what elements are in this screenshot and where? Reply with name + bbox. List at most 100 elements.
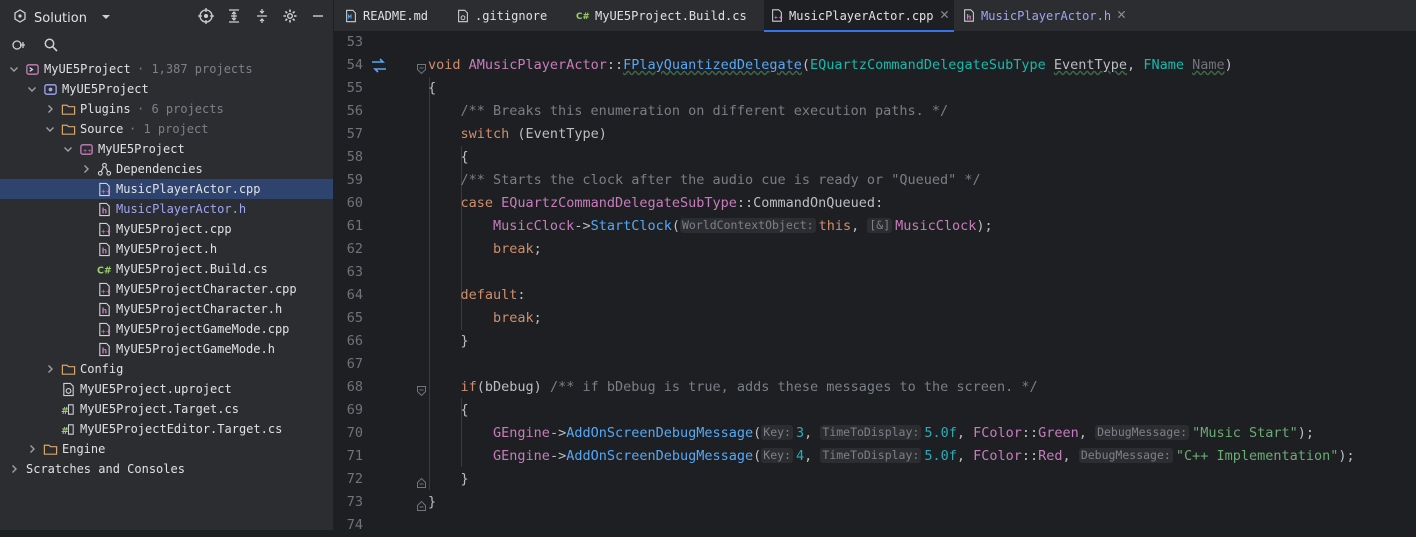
code-token: } [460,333,469,349]
svg-text:#: # [61,426,69,437]
tree-item[interactable]: Scratches and Consoles [0,459,333,479]
line-number: 67 [346,356,363,372]
expand-all-icon[interactable] [225,7,243,25]
code-token: (bDebug) [476,379,542,395]
tree-item[interactable]: # MyUE5ProjectEditor.Target.cs [0,419,333,439]
tree-item[interactable]: h MusicPlayerActor.h [0,199,333,219]
tree-item[interactable]: MyUE5Project · 1,387 projects [0,59,333,79]
tree-item-label: MyUE5ProjectEditor.Target.cs [80,422,283,436]
code-token: :: [1021,425,1039,441]
chevron-right-icon[interactable] [8,459,20,482]
code-token: :: [1021,448,1039,464]
tree-item[interactable]: MyUE5Project [0,79,333,99]
target-cs-icon: # [60,401,76,417]
tree-item-label: Dependencies [116,162,203,176]
code-token: break [493,310,534,326]
tree-item[interactable]: h MyUE5ProjectGameMode.h [0,339,333,359]
line-number: 63 [346,264,363,280]
line-number: 58 [346,149,363,165]
h-file-icon: h [96,301,112,317]
tree-item[interactable]: ++ MyUE5Project [0,139,333,159]
code-text: } [428,330,469,353]
tree-item[interactable]: Plugins · 6 projects [0,99,333,119]
code-text: case EQuartzCommandDelegateSubType::Comm… [428,192,884,215]
tree-item-count: · 1,387 projects [137,62,253,76]
folder-icon [60,361,76,377]
tree-item[interactable]: h MyUE5Project.h [0,239,333,259]
parameter-hint: WorldContextObject: [680,218,816,233]
tab-readme-md[interactable]: README.md [338,0,449,31]
tree-item[interactable]: Engine [0,439,333,459]
show-files-icon[interactable] [10,36,28,54]
tree-item-label: Scratches and Consoles [26,462,185,476]
close-icon[interactable] [940,9,949,22]
tree-item-label: MyUE5Project [44,62,131,76]
chevron-down-icon [101,11,111,26]
tree-item[interactable]: ++ MyUE5Project.cpp [0,219,333,239]
code-text: break; [428,238,542,261]
tree-item[interactable]: MyUE5Project.uproject [0,379,333,399]
parameter-hint: [&] [867,218,893,233]
tree-item[interactable]: ++ MusicPlayerActor.cpp [0,179,333,199]
code-token: AMusicPlayerActor [468,57,607,73]
collapse-all-icon[interactable] [253,7,271,25]
line-number: 70 [346,425,363,441]
tree-item-label: MyUE5ProjectCharacter.cpp [116,282,297,296]
svg-text:++: ++ [774,15,784,21]
fold-marker-icon[interactable] [417,496,426,511]
code-token: FPlayQuantizedDelegate [623,57,802,73]
implementation-gutter-icon[interactable] [371,58,387,73]
tree-item[interactable]: Dependencies [0,159,333,179]
tree-item[interactable]: C# MyUE5Project.Build.cs [0,259,333,279]
fold-marker-icon[interactable] [417,381,426,397]
code-line: 56 /** Breaks this enumeration on differ… [334,100,1416,123]
tree-item[interactable]: Config [0,359,333,379]
tree-item-label: Source [80,122,124,136]
code-token: ); [1338,448,1355,464]
code-token: Name [1192,57,1225,73]
code-text: { [428,77,436,100]
close-icon[interactable] [1117,9,1126,22]
line-number: 71 [346,448,363,464]
fold-marker-icon[interactable] [417,59,426,75]
tree-item-label: Engine [62,442,106,456]
code-token: : [875,195,884,211]
locate-icon[interactable] [197,7,215,25]
parameter-hint: TimeToDisplay: [820,425,922,440]
code-text: void AMusicPlayerActor::FPlayQuantizedDe… [428,57,1233,73]
fold-marker-icon[interactable] [417,473,426,488]
tree-item[interactable]: h MyUE5ProjectCharacter.h [0,299,333,319]
svg-text:h: h [101,346,106,355]
code-area[interactable]: 53 54 void AMusicPlayerActor::FPlayQuantiz… [334,31,1416,533]
tab-myue5project-build-cs[interactable]: C# MyUE5Project.Build.cs [570,0,762,31]
h-file-icon: h [96,341,112,357]
svg-text:++: ++ [100,188,110,195]
code-token: switch [460,126,510,142]
solution-dropdown[interactable]: Solution [12,8,111,28]
code-token: GEngine [493,448,550,464]
code-token: 5.0f [924,425,957,441]
code-line: 65 break; [334,307,1416,330]
code-token: "Music Start" [1192,425,1298,441]
svg-text:#: # [61,406,69,417]
tree-item-label: MyUE5ProjectGameMode.cpp [116,322,290,336]
svg-text:h: h [101,206,106,215]
gear-icon[interactable] [281,7,299,25]
code-token: MusicClock [895,218,977,234]
tab-gitignore[interactable]: .gitignore [450,0,568,31]
tree-item[interactable]: ++ MyUE5ProjectCharacter.cpp [0,279,333,299]
line-number: 68 [346,379,363,395]
tab-musicplayeractor-cpp[interactable]: ++ MusicPlayerActor.cpp [764,0,954,32]
tab-musicplayeractor-h[interactable]: h MusicPlayerActor.h [956,0,1126,31]
svg-text:h: h [101,306,106,315]
tree-item[interactable]: # MyUE5Project.Target.cs [0,399,333,419]
line-number: 54 [346,57,363,73]
cpp-file-icon: ++ [96,181,112,197]
search-icon[interactable] [42,36,60,54]
minimize-icon[interactable] [309,7,327,25]
code-text: /** Breaks this enumeration on different… [428,100,949,123]
tree-item[interactable]: ++ MyUE5ProjectGameMode.cpp [0,319,333,339]
markdown-icon [344,9,358,23]
code-token: 4 [795,448,805,464]
tree-item[interactable]: Source · 1 project [0,119,333,139]
